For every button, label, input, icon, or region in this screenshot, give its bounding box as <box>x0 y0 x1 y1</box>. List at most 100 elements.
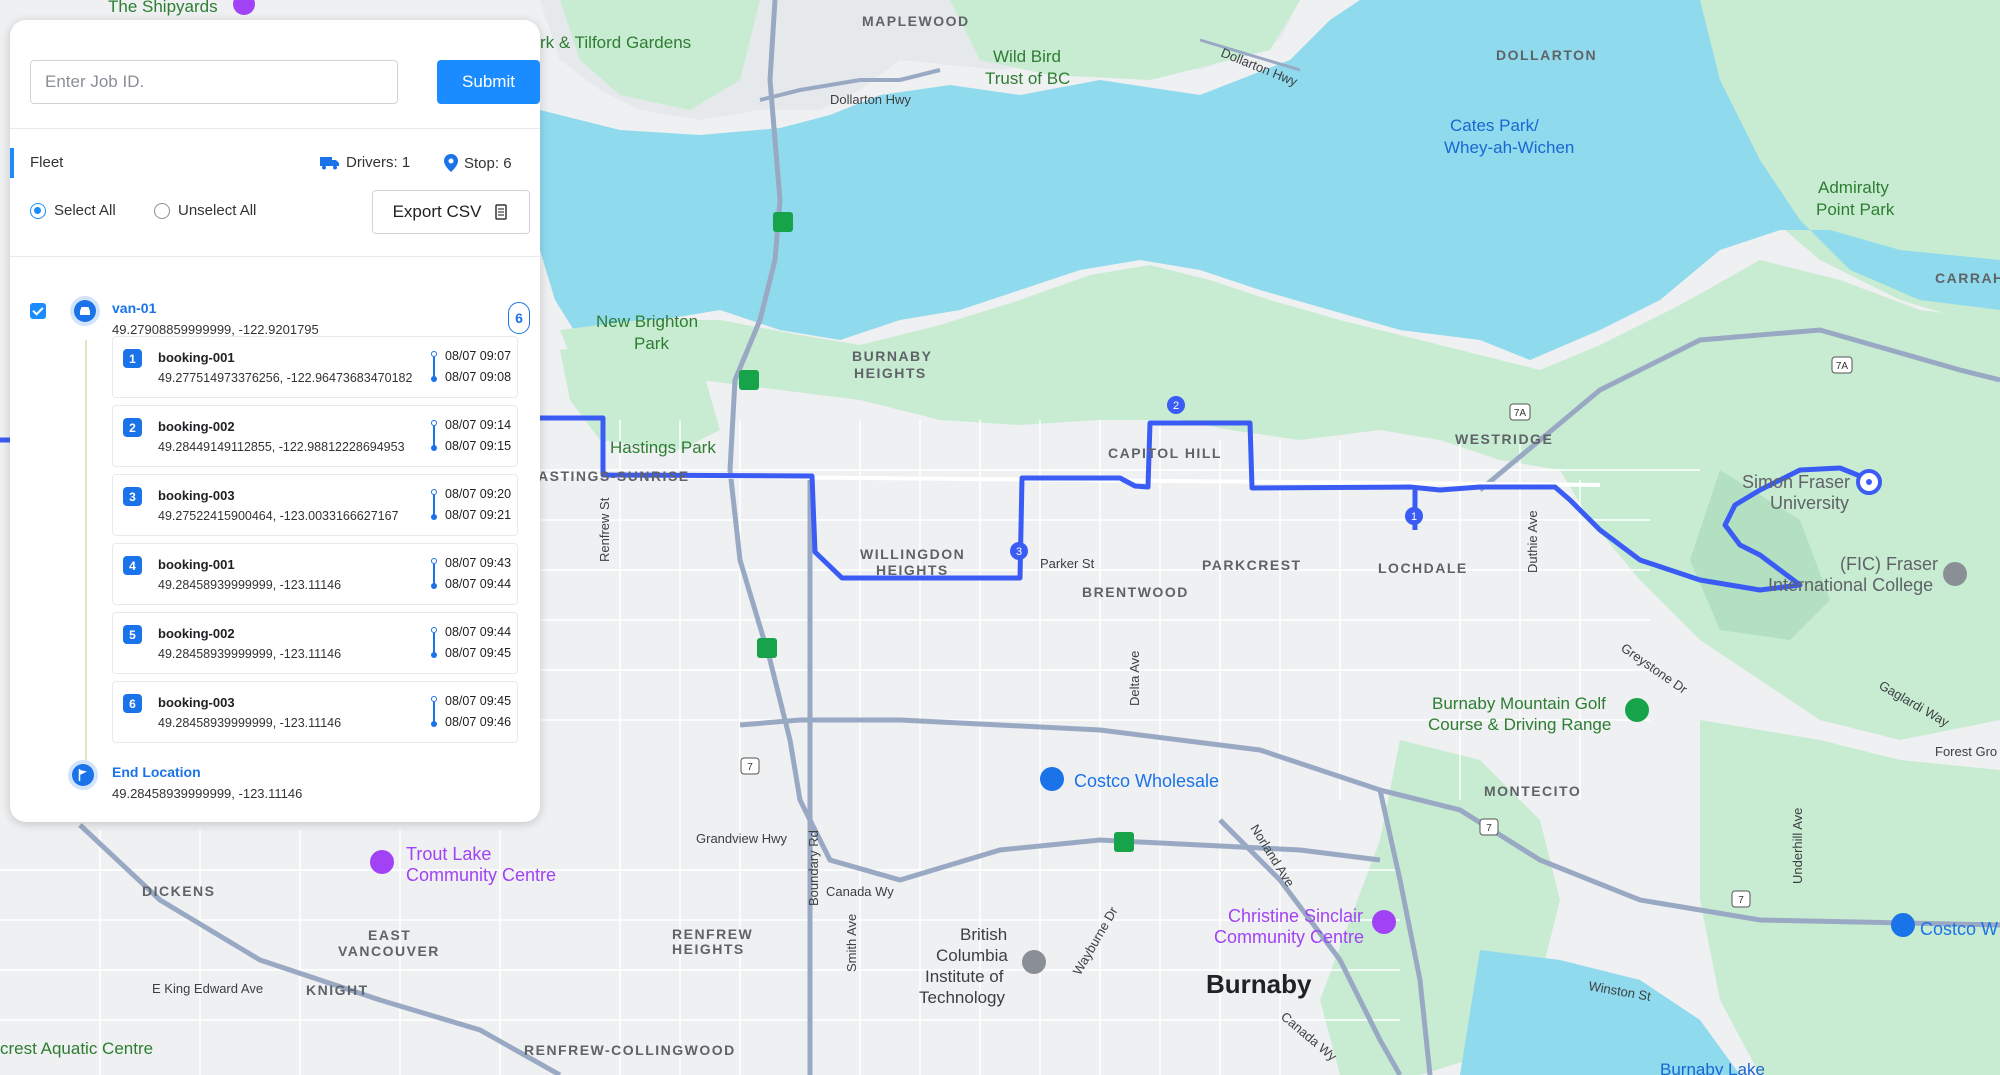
svg-text:WILLINGDON: WILLINGDON <box>860 546 965 562</box>
svg-text:RENFREW: RENFREW <box>672 926 753 942</box>
stop-card[interactable]: 5 booking-002 49.28458939999999, -123.11… <box>112 612 518 674</box>
stop-card[interactable]: 6 booking-003 49.28458939999999, -123.11… <box>112 681 518 743</box>
stop-departure-time: 08/07 09:45 <box>445 646 512 660</box>
stop-coords: 49.27522415900464, -123.0033166627167 <box>158 509 399 523</box>
stop-departure-time: 08/07 09:15 <box>445 439 512 453</box>
time-connector-icon <box>431 627 437 659</box>
route-panel: Submit Fleet Drivers: 1 Stop: 6 Select A… <box>10 20 540 822</box>
stop-arrival-time: 08/07 09:14 <box>445 418 512 432</box>
svg-text:Parker St: Parker St <box>1040 556 1095 571</box>
svg-text:WESTRIDGE: WESTRIDGE <box>1455 431 1553 447</box>
stop-departure-time: 08/07 09:08 <box>445 370 512 384</box>
end-location-row[interactable]: End Location 49.28458939999999, -123.111… <box>58 760 518 810</box>
stops-count: Stop: 6 <box>444 154 512 172</box>
svg-text:Admiralty: Admiralty <box>1818 178 1889 197</box>
driver-name: van-01 <box>112 300 157 316</box>
svg-text:Point Park: Point Park <box>1816 200 1895 219</box>
stop-name: booking-003 <box>158 488 235 503</box>
drivers-count: Drivers: 1 <box>320 154 410 171</box>
stop-number: 2 <box>123 418 142 437</box>
svg-text:Cates Park/: Cates Park/ <box>1450 116 1539 135</box>
svg-text:DOLLARTON: DOLLARTON <box>1496 47 1597 63</box>
svg-text:University: University <box>1770 493 1849 513</box>
export-icon <box>495 204 508 220</box>
svg-text:MONTECITO: MONTECITO <box>1484 783 1581 799</box>
svg-text:British: British <box>960 925 1007 944</box>
svg-text:2: 2 <box>1173 400 1179 412</box>
svg-text:E King Edward Ave: E King Edward Ave <box>152 981 263 996</box>
hwy-7a-shield: 7A <box>1509 403 1531 421</box>
svg-text:Costco Wholesale: Costco Wholesale <box>1074 771 1219 791</box>
svg-text:Renfrew St: Renfrew St <box>597 497 612 562</box>
svg-text:HEIGHTS: HEIGHTS <box>672 941 745 957</box>
route-marker-1[interactable]: 1 <box>1405 507 1423 525</box>
driver-row[interactable]: van-01 49.27908859999999, -122.9201795 6 <box>30 280 530 340</box>
route-marker-2[interactable]: 2 <box>1167 396 1185 414</box>
svg-text:Whey-ah-Wichen: Whey-ah-Wichen <box>1444 138 1574 157</box>
svg-text:Burnaby Mountain Golf: Burnaby Mountain Golf <box>1432 694 1606 713</box>
fleet-header: Fleet Drivers: 1 Stop: 6 <box>10 148 540 178</box>
start-location-pin-icon[interactable] <box>1856 469 1882 495</box>
svg-text:7: 7 <box>1738 895 1744 906</box>
svg-text:HEIGHTS: HEIGHTS <box>876 562 949 578</box>
selection-row: Select All Unselect All Export CSV <box>30 190 530 234</box>
stop-number: 4 <box>123 556 142 575</box>
stop-departure-time: 08/07 09:46 <box>445 715 512 729</box>
svg-text:Community Centre: Community Centre <box>1214 927 1364 947</box>
svg-text:7A: 7A <box>1514 408 1527 419</box>
svg-text:Burnaby Lake: Burnaby Lake <box>1660 1060 1765 1075</box>
job-search-row: Submit <box>30 60 540 104</box>
van-avatar <box>70 296 100 326</box>
svg-text:Technology: Technology <box>919 988 1006 1007</box>
car-icon <box>80 307 90 315</box>
time-connector-icon <box>431 696 437 728</box>
stop-number: 1 <box>123 349 142 368</box>
svg-text:Trust of BC: Trust of BC <box>985 69 1070 88</box>
svg-text:7: 7 <box>747 762 753 773</box>
end-location-coords: 49.28458939999999, -123.11146 <box>112 786 303 801</box>
select-all-radio[interactable]: Select All <box>30 202 116 219</box>
unselect-all-radio[interactable]: Unselect All <box>154 202 256 219</box>
export-csv-label: Export CSV <box>392 202 482 221</box>
stop-count-badge: 6 <box>508 302 530 334</box>
stop-card[interactable]: 4 booking-001 49.28458939999999, -123.11… <box>112 543 518 605</box>
stop-name: booking-002 <box>158 419 235 434</box>
svg-text:ASTINGS-SUNRISE: ASTINGS-SUNRISE <box>538 468 690 484</box>
svg-text:DICKENS: DICKENS <box>142 883 216 899</box>
job-id-input[interactable] <box>30 60 398 104</box>
time-connector-icon <box>431 489 437 521</box>
svg-text:Delta Ave: Delta Ave <box>1127 651 1142 706</box>
stop-name: booking-001 <box>158 350 235 365</box>
radio-dot <box>30 202 46 219</box>
svg-text:PARKCREST: PARKCREST <box>1202 557 1302 573</box>
stop-arrival-time: 08/07 09:07 <box>445 349 512 363</box>
stop-arrival-time: 08/07 09:43 <box>445 556 512 570</box>
stop-name: booking-003 <box>158 695 235 710</box>
stop-card[interactable]: 3 booking-003 49.27522415900464, -123.00… <box>112 474 518 536</box>
svg-text:Park: Park <box>634 334 669 353</box>
svg-text:Wild Bird: Wild Bird <box>993 47 1061 66</box>
stop-card[interactable]: 2 booking-002 49.28449149112855, -122.98… <box>112 405 518 467</box>
divider <box>10 128 540 129</box>
stop-number: 6 <box>123 694 142 713</box>
submit-button[interactable]: Submit <box>437 60 540 104</box>
timeline-line <box>85 340 87 790</box>
stop-card[interactable]: 1 booking-001 49.277514973376256, -122.9… <box>112 336 518 398</box>
select-all-label: Select All <box>54 202 116 219</box>
radio-dot <box>154 202 170 219</box>
community-centre-icon <box>370 850 394 874</box>
stop-name: booking-001 <box>158 557 235 572</box>
svg-text:Institute of: Institute of <box>925 967 1004 986</box>
svg-text:MAPLEWOOD: MAPLEWOOD <box>862 13 970 29</box>
svg-text:(FIC) Fraser: (FIC) Fraser <box>1840 554 1938 574</box>
time-connector-icon <box>431 558 437 590</box>
drivers-label: Drivers: 1 <box>346 154 411 171</box>
stop-arrival-time: 08/07 09:44 <box>445 625 512 639</box>
export-csv-button[interactable]: Export CSV <box>372 190 530 234</box>
svg-text:Boundary Rd: Boundary Rd <box>806 830 821 906</box>
stop-number: 5 <box>123 625 142 644</box>
route-marker-3[interactable]: 3 <box>1010 542 1028 560</box>
svg-text:CAPITOL HILL: CAPITOL HILL <box>1108 445 1222 461</box>
svg-text:crest Aquatic Centre: crest Aquatic Centre <box>0 1039 153 1058</box>
driver-checkbox[interactable] <box>30 303 46 319</box>
